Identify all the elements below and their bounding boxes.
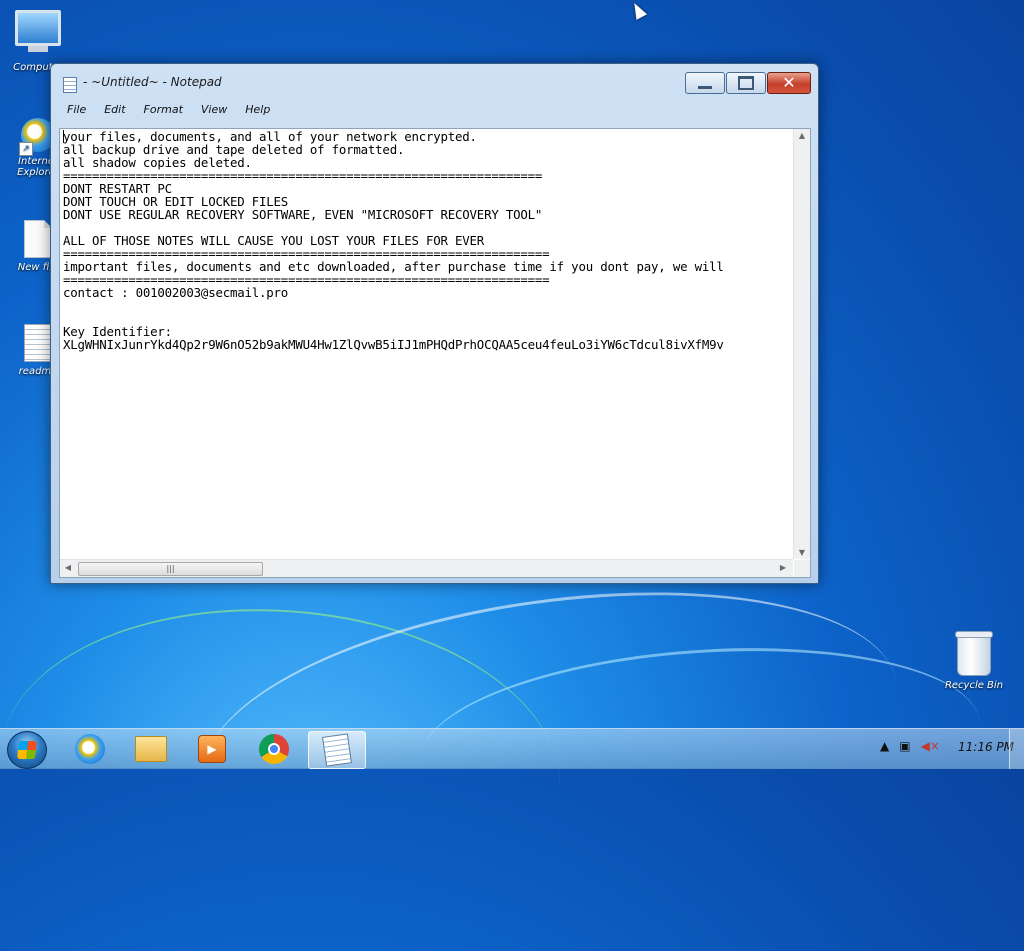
windows-logo-icon: [17, 741, 37, 759]
start-button[interactable]: [7, 731, 47, 769]
text-file-icon: [24, 324, 52, 362]
vertical-scrollbar[interactable]: ▲ ▼: [793, 129, 810, 559]
scroll-left-icon[interactable]: ◀: [60, 563, 76, 572]
mouse-cursor-icon: [628, 0, 648, 20]
chrome-icon: [259, 734, 289, 764]
minimize-icon: [698, 85, 712, 89]
clock[interactable]: 11:16 PM: [958, 740, 1014, 754]
shortcut-arrow-icon: ↗: [19, 142, 33, 156]
text-line: [63, 299, 793, 312]
maximize-button[interactable]: [726, 72, 766, 94]
notepad-icon[interactable]: [63, 77, 77, 93]
text-line: DONT USE REGULAR RECOVERY SOFTWARE, EVEN…: [63, 207, 543, 222]
horizontal-scrollbar[interactable]: ◀ ||| ▶: [60, 559, 793, 577]
menu-bar: File Edit Format View Help: [59, 98, 810, 120]
taskbar-internet-explorer[interactable]: [62, 731, 118, 767]
menu-edit[interactable]: Edit: [102, 103, 127, 116]
text-line: ========================================…: [63, 168, 543, 183]
menu-format[interactable]: Format: [142, 103, 185, 116]
scroll-down-icon[interactable]: ▼: [794, 548, 810, 557]
media-player-icon: ▶: [198, 735, 226, 763]
scroll-up-icon[interactable]: ▲: [794, 131, 810, 140]
taskbar-chrome[interactable]: [246, 731, 302, 767]
title-bar[interactable]: - ~Untitled~ - Notepad ✕: [51, 64, 818, 98]
text-editor[interactable]: your files, documents, and all of your n…: [59, 128, 811, 578]
size-grip[interactable]: [794, 560, 810, 577]
taskbar: ▶ ▲ ▣ ◀× 11:16 PM: [0, 728, 1024, 769]
volume-muted-icon[interactable]: ◀×: [921, 739, 940, 753]
internet-explorer-icon: [75, 734, 105, 764]
close-button[interactable]: ✕: [767, 72, 811, 94]
text-area[interactable]: your files, documents, and all of your n…: [63, 130, 793, 557]
taskbar-media-player[interactable]: ▶: [184, 731, 240, 767]
scroll-right-icon[interactable]: ▶: [775, 563, 791, 572]
window-title: - ~Untitled~ - Notepad: [83, 75, 222, 89]
system-tray: ▲ ▣ ◀×: [880, 739, 940, 753]
taskbar-notepad[interactable]: [308, 731, 366, 769]
text-line: [63, 312, 793, 325]
recycle-bin-icon: [955, 631, 993, 676]
desktop-icon-recycle-bin[interactable]: Recycle Bin: [944, 631, 1004, 691]
desktop-icon-label: Recycle Bin: [944, 680, 1004, 691]
show-hidden-icons-icon[interactable]: ▲: [880, 739, 889, 753]
folder-icon: [135, 736, 167, 762]
horizontal-scroll-thumb[interactable]: |||: [78, 562, 263, 576]
minimize-button[interactable]: [685, 72, 725, 94]
network-icon[interactable]: ▣: [899, 739, 910, 753]
menu-help[interactable]: Help: [243, 103, 272, 116]
menu-file[interactable]: File: [65, 103, 88, 116]
text-line: XLgWHNIxJunrYkd4Qp2r9W6nO52b9akMWU4Hw1Zl…: [63, 337, 724, 352]
wallpaper-swoosh: [0, 590, 571, 951]
taskbar-windows-explorer[interactable]: [123, 731, 179, 767]
show-desktop-button[interactable]: [1009, 729, 1024, 769]
file-icon: [24, 220, 52, 258]
text-line: contact : 001002003@secmail.pro: [63, 285, 289, 300]
menu-view[interactable]: View: [199, 103, 229, 116]
notepad-icon: [322, 733, 352, 767]
computer-icon: [15, 10, 61, 52]
notepad-window[interactable]: - ~Untitled~ - Notepad ✕ File Edit Forma…: [50, 63, 819, 584]
maximize-icon: [738, 76, 754, 90]
close-icon: ✕: [782, 73, 796, 92]
